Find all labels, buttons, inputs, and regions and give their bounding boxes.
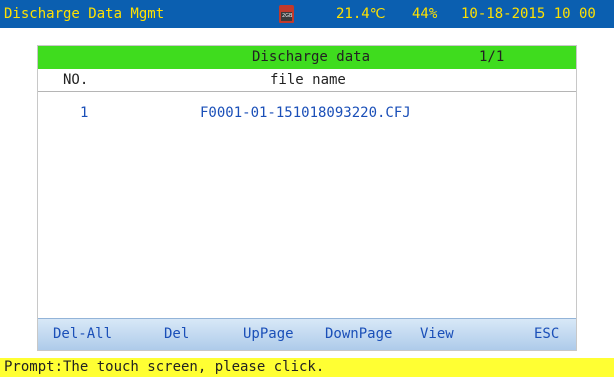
sd-card-label-area: 2GB	[281, 12, 293, 21]
page-indicator: 1/1	[479, 49, 505, 65]
sd-card-icon: 2GB	[279, 5, 294, 23]
escape-button[interactable]: ESC	[534, 319, 559, 350]
page-down-button[interactable]: DownPage	[325, 319, 392, 350]
view-button[interactable]: View	[420, 319, 454, 350]
page-up-button[interactable]: UpPage	[243, 319, 294, 350]
row-number: 1	[80, 105, 89, 121]
temperature-readout: 21.4℃	[336, 6, 386, 22]
humidity-readout: 44%	[412, 6, 438, 22]
delete-button[interactable]: Del	[164, 319, 189, 350]
sd-card-capacity: 2GB	[282, 13, 293, 19]
datetime-readout: 10-18-2015 10 00	[461, 6, 596, 22]
file-list-row[interactable]: 1 F0001-01-151018093220.CFJ	[38, 102, 576, 124]
prompt-bar: Prompt:The touch screen, please click.	[0, 358, 614, 377]
prompt-text: Prompt:The touch screen, please click.	[4, 359, 325, 375]
column-header-no: NO.	[63, 72, 89, 88]
app-title: Discharge Data Mgmt	[4, 6, 165, 22]
row-file-name[interactable]: F0001-01-151018093220.CFJ	[200, 102, 411, 124]
panel-header: Discharge data 1/1	[38, 46, 576, 69]
delete-all-button[interactable]: Del-All	[53, 319, 112, 350]
discharge-data-panel: Discharge data 1/1 NO. file name 1 F0001…	[37, 45, 577, 351]
column-header-row: NO. file name	[38, 69, 576, 92]
status-bar: Discharge Data Mgmt 2GB 21.4℃ 44% 10-18-…	[0, 0, 614, 28]
panel-title: Discharge data	[252, 49, 371, 65]
column-header-file-name: file name	[270, 72, 346, 88]
button-bar: Del-All Del UpPage DownPage View ESC	[38, 318, 576, 350]
